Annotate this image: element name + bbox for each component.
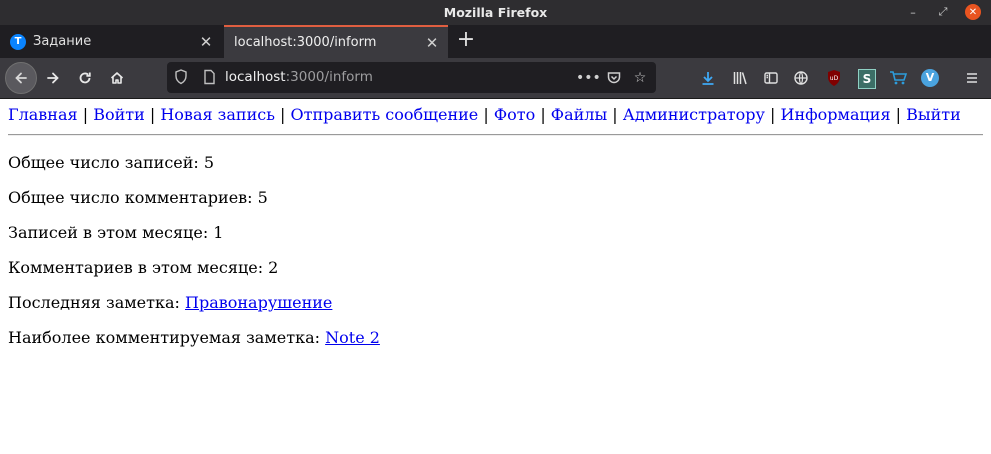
url-bar[interactable]: localhost:3000/inform ••• ☆	[167, 62, 656, 93]
url-text[interactable]: localhost:3000/inform	[225, 69, 373, 85]
nav-link-photo[interactable]: Фото	[494, 105, 535, 124]
menu-icon[interactable]	[961, 67, 983, 89]
last-note-label: Последняя заметка:	[8, 293, 186, 312]
library-icon[interactable]	[729, 67, 751, 89]
reload-icon[interactable]	[71, 64, 99, 92]
stat-total-entries: Общее число записей: 5	[8, 153, 215, 172]
url-path: :3000/inform	[285, 69, 373, 85]
tab-label: Задание	[33, 34, 92, 49]
globe-icon[interactable]	[790, 67, 812, 89]
nav-separator: |	[770, 105, 776, 124]
more-icon[interactable]: •••	[576, 68, 601, 88]
url-host: localhost	[225, 69, 286, 85]
close-window-icon[interactable]: ✕	[965, 4, 981, 20]
extension-v-icon[interactable]: V	[919, 67, 941, 89]
site-favicon-icon: T	[10, 33, 26, 50]
nav-link-new-entry[interactable]: Новая запись	[160, 105, 275, 124]
download-icon[interactable]	[697, 67, 719, 89]
site-nav-menu: Главная | Войти | Новая запись | Отправи…	[8, 105, 961, 124]
page-info-icon[interactable]	[201, 69, 217, 85]
nav-divider	[8, 134, 983, 136]
window-title: Mozilla Firefox	[443, 5, 548, 20]
extension-s-icon[interactable]: S	[856, 67, 878, 89]
navigation-toolbar: localhost:3000/inform ••• ☆ uD S V	[0, 58, 991, 99]
tab-label: localhost:3000/inform	[234, 35, 377, 50]
pocket-icon[interactable]	[604, 68, 624, 88]
nav-link-login[interactable]: Войти	[93, 105, 145, 124]
stat-most-commented: Наиболее комментируемая заметка: Note 2	[8, 328, 380, 347]
most-commented-label: Наиболее комментируемая заметка:	[8, 328, 326, 347]
stat-last-note: Последняя заметка: Правонарушение	[8, 293, 332, 312]
nav-link-main[interactable]: Главная	[8, 105, 78, 124]
stat-month-comments: Комментариев в этом месяце: 2	[8, 258, 279, 277]
last-note-link[interactable]: Правонарушение	[185, 293, 332, 312]
nav-separator: |	[612, 105, 618, 124]
page-content: Главная | Войти | Новая запись | Отправи…	[0, 99, 991, 454]
maximize-icon[interactable]: ⤢	[935, 4, 951, 20]
nav-link-logout[interactable]: Выйти	[906, 105, 961, 124]
nav-link-admin[interactable]: Администратору	[623, 105, 765, 124]
tab-zadanie[interactable]: T Задание ✕	[0, 25, 222, 58]
shield-icon[interactable]	[173, 69, 189, 85]
home-icon[interactable]	[103, 64, 131, 92]
svg-text:uD: uD	[830, 75, 839, 82]
nav-separator: |	[82, 105, 89, 124]
cart-icon[interactable]	[887, 67, 909, 89]
back-icon[interactable]	[5, 62, 37, 94]
nav-separator: |	[483, 105, 489, 124]
minimize-icon[interactable]: –	[905, 4, 921, 20]
nav-link-info[interactable]: Информация	[780, 105, 890, 124]
forward-icon[interactable]	[39, 64, 67, 92]
nav-link-files[interactable]: Файлы	[551, 105, 607, 124]
tab-strip: T Задание ✕ localhost:3000/inform ✕	[0, 25, 991, 58]
tab-inform[interactable]: localhost:3000/inform ✕	[224, 25, 448, 58]
tab-close-icon[interactable]: ✕	[424, 34, 440, 52]
nav-link-send-message[interactable]: Отправить сообщение	[291, 105, 479, 124]
tab-close-icon[interactable]: ✕	[198, 33, 214, 51]
nav-separator: |	[540, 105, 546, 124]
new-tab-button[interactable]: +	[454, 29, 478, 53]
nav-separator: |	[895, 105, 902, 124]
stat-month-entries: Записей в этом месяце: 1	[8, 223, 224, 242]
most-commented-link[interactable]: Note 2	[325, 328, 380, 347]
bookmark-star-icon[interactable]: ☆	[630, 68, 650, 88]
sidebar-icon[interactable]	[760, 67, 782, 89]
nav-separator: |	[280, 105, 286, 124]
stat-total-comments: Общее число комментариев: 5	[8, 188, 268, 207]
ublock-icon[interactable]: uD	[823, 67, 845, 89]
window-titlebar: Mozilla Firefox – ⤢ ✕	[0, 0, 991, 25]
nav-separator: |	[149, 105, 156, 124]
